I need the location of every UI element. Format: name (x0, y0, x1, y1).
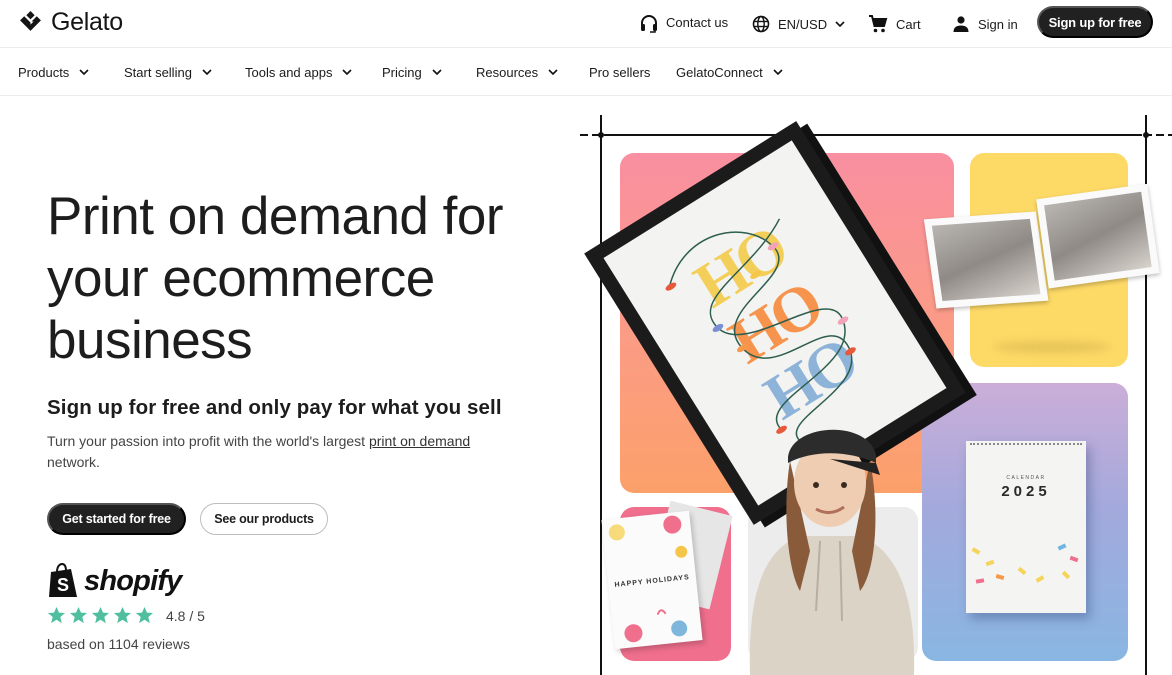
family-photo (931, 218, 1041, 302)
hero-description: Turn your passion into profit with the w… (47, 431, 517, 473)
locale-selector[interactable]: EN/USD (752, 0, 845, 48)
star-icon (135, 606, 154, 624)
nav-item-label: Pricing (382, 64, 422, 80)
headset-icon (641, 15, 657, 33)
description-text-end: network. (47, 454, 100, 470)
star-icon (91, 606, 110, 624)
nav-item-label: Tools and apps (245, 64, 333, 80)
family-photo (1044, 191, 1152, 281)
nav-item-tools-and-apps[interactable]: Tools and apps (245, 49, 353, 95)
chevron-down-icon (548, 69, 558, 75)
cart-label: Cart (896, 16, 921, 32)
locale-label: EN/USD (778, 16, 828, 32)
star-rating: 4.8 / 5 (47, 606, 205, 625)
chevron-down-icon (432, 69, 442, 75)
user-icon (953, 16, 969, 32)
contact-us-label: Contact us (666, 15, 729, 30)
main-nav: Products Start selling Tools and apps Pr… (0, 49, 1172, 96)
shopify-wordmark: shopify (84, 564, 182, 597)
chevron-down-icon (342, 69, 353, 75)
gelato-logo-icon (20, 11, 41, 31)
nav-item-pro-sellers[interactable]: Pro sellers (589, 49, 650, 95)
guide-line-left (600, 115, 602, 675)
model-wearing-hoodie-image (749, 429, 915, 675)
nav-item-products[interactable]: Products (18, 49, 89, 95)
nav-item-gelatoconnect[interactable]: GelatoConnect (676, 49, 783, 95)
guide-line-top-solid (610, 134, 1142, 136)
wall-calendar-image: CALENDAR 2025 (966, 441, 1086, 613)
hero-subtitle: Sign up for free and only pay for what y… (47, 396, 502, 419)
get-started-button[interactable]: Get started for free (47, 503, 186, 535)
nav-item-label: Products (18, 64, 70, 80)
gelato-logo[interactable]: Gelato (18, 8, 123, 37)
shopify-logo: S shopify (47, 563, 182, 599)
calendar-label: CALENDAR (1006, 475, 1046, 481)
globe-icon (752, 15, 770, 33)
calendar-binding (970, 443, 1082, 446)
see-products-button[interactable]: See our products (200, 503, 328, 535)
chevron-down-icon (773, 69, 783, 75)
description-text: Turn your passion into profit with the w… (47, 433, 369, 449)
top-bar: Gelato Contact us EN/USD Cart Sign in Si… (0, 0, 1172, 48)
confetti-decoration (971, 543, 1079, 584)
brand-name: Gelato (51, 8, 123, 36)
guide-dot-right (1143, 132, 1149, 138)
print-on-demand-link[interactable]: print on demand (369, 433, 470, 449)
star-icon (113, 606, 132, 624)
sign-in-link[interactable]: Sign in (952, 0, 1018, 48)
nav-item-label: Start selling (124, 64, 192, 80)
rating-value: 4.8 / 5 (166, 607, 205, 624)
chevron-down-icon (79, 69, 89, 75)
nav-item-start-selling[interactable]: Start selling (124, 49, 212, 95)
svg-text:S: S (57, 575, 69, 595)
nav-item-label: Pro sellers (589, 64, 651, 80)
sign-in-label: Sign in (978, 16, 1018, 32)
calendar-year: 2025 (1001, 483, 1051, 500)
hero-product-collage: HO HO HO CALENDAR 2025 HAPPY HOLIDAYS (580, 115, 1172, 675)
nav-item-resources[interactable]: Resources (476, 49, 558, 95)
nav-item-label: Resources (476, 64, 539, 80)
guide-dot-left (598, 132, 604, 138)
holiday-card-image: HAPPY HOLIDAYS (601, 510, 703, 650)
star-icon (47, 606, 66, 624)
cart-icon (869, 15, 888, 33)
cart-link[interactable]: Cart (868, 0, 921, 48)
nav-item-pricing[interactable]: Pricing (382, 49, 442, 95)
star-icon (69, 606, 88, 624)
shopify-bag-icon: S (49, 563, 77, 597)
sign-up-button[interactable]: Sign up for free (1037, 6, 1153, 38)
contact-us-link[interactable]: Contact us (640, 0, 728, 48)
review-count: based on 1104 reviews (47, 636, 190, 652)
nav-item-label: GelatoConnect (676, 64, 763, 80)
hero-title: Print on demand for your ecommerce busin… (47, 187, 503, 370)
chevron-down-icon (835, 21, 845, 27)
chevron-down-icon (202, 69, 212, 75)
